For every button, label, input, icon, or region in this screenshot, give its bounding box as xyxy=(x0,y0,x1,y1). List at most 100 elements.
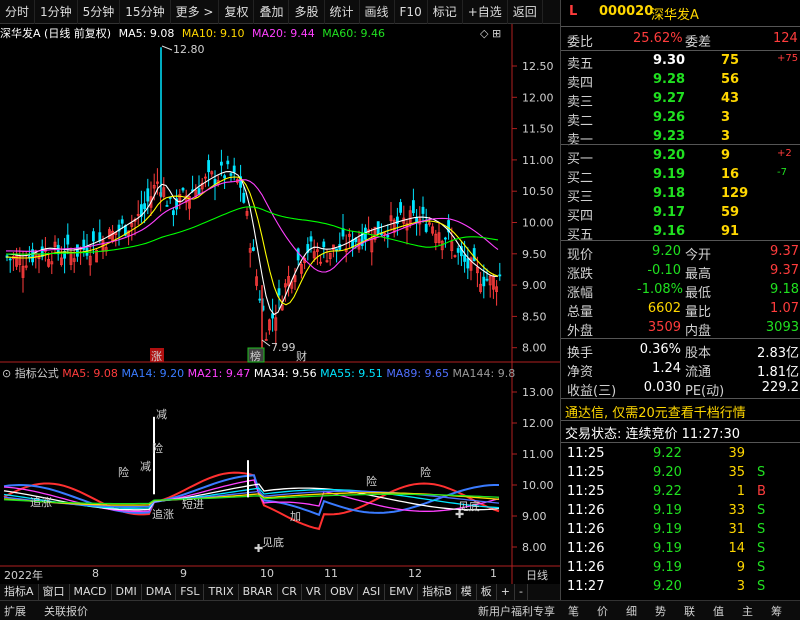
indicator-tab[interactable]: FSL xyxy=(176,584,205,600)
ind-ma144: MA144: 9.8 xyxy=(452,367,516,380)
stat-value: 9.18 xyxy=(770,282,799,297)
status-icon[interactable]: 笔 xyxy=(568,603,579,619)
promo-banner[interactable]: 通达信, 仅需20元查看千档行情 xyxy=(561,402,800,421)
x-axis: 2022年 8 9 10 11 12 1 日线 xyxy=(0,567,560,583)
signal-label: 减 xyxy=(156,408,167,421)
ask-volume: 3 xyxy=(721,129,731,144)
tick-price: 9.20 xyxy=(653,579,682,594)
indicator-tab[interactable]: DMI xyxy=(112,584,142,600)
indicator-tab[interactable]: - xyxy=(515,584,528,600)
indicator-tab[interactable]: + xyxy=(497,584,515,600)
indicator-tab[interactable]: TRIX xyxy=(204,584,239,600)
ma10-line xyxy=(5,176,499,306)
expand-button[interactable]: 扩展 xyxy=(4,603,26,619)
ask-label: 卖二 xyxy=(567,114,594,129)
indicator-tick-label: 11.00 xyxy=(522,448,554,461)
ask-row: 卖四 9.28 56 xyxy=(561,72,800,91)
status-icon[interactable]: 值 xyxy=(713,603,724,619)
kline-chart[interactable]: 12.50 12.00 11.50 11.00 10.50 10.00 9.50 9.00 8.… xyxy=(0,0,560,584)
promo-link[interactable]: 新用户福利专享 xyxy=(478,603,555,619)
linked-quote-button[interactable]: 关联报价 xyxy=(44,603,88,619)
mark-cai: 财 xyxy=(296,349,307,363)
candle-body xyxy=(322,241,326,248)
ma60-line xyxy=(6,206,499,255)
stock-code: 000020 xyxy=(599,4,654,19)
indicator-header: ⊙ 指标公式 MA5: 9.08 MA14: 9.20 MA21: 9.47 M… xyxy=(2,365,516,380)
period-label[interactable]: 日线 xyxy=(526,567,548,583)
price-tick-label: 12.50 xyxy=(522,60,554,73)
indicator-tab[interactable]: BRAR xyxy=(239,584,278,600)
tick-row: 11:27 9.20 3 S xyxy=(561,579,800,596)
status-icon[interactable]: 筹 xyxy=(771,603,782,619)
indicator-tab[interactable]: 指标A xyxy=(0,584,39,600)
ask-row: 卖二 9.26 3 xyxy=(561,110,800,129)
price-tick-label: 11.00 xyxy=(522,154,554,167)
tick-side: S xyxy=(757,579,766,594)
weibi-value: 25.62% xyxy=(633,31,683,46)
indicator-tab[interactable]: DMA xyxy=(142,584,177,600)
stat-label: 总量 xyxy=(567,305,594,320)
stat-row: 收益(三) 0.030 PE(动) 229.2 xyxy=(561,380,800,399)
stat-row: 换手 0.36% 股本 2.83亿 xyxy=(561,342,800,361)
pane-settings-icon[interactable]: ◇ ⊞ xyxy=(480,27,501,40)
status-icon[interactable]: 势 xyxy=(655,603,666,619)
x-axis-month: 10 xyxy=(260,567,274,580)
bid-price: 9.18 xyxy=(653,186,686,201)
candle-body xyxy=(143,203,147,210)
stat-value: 3509 xyxy=(647,320,681,335)
indicator-tab[interactable]: 模 xyxy=(457,584,477,600)
bid-label: 买三 xyxy=(567,190,594,205)
bid-change: -7 xyxy=(777,167,787,178)
signal-label: 追涨 xyxy=(152,507,174,521)
stat-value: 1.24 xyxy=(652,361,681,376)
status-icon[interactable]: 价 xyxy=(597,603,608,619)
status-icon[interactable]: 联 xyxy=(684,603,695,619)
x-axis-month: 1 xyxy=(490,567,497,580)
candle-body xyxy=(229,173,233,176)
stat-value: 3093 xyxy=(765,320,799,335)
x-axis-month: 12 xyxy=(408,567,422,580)
candle-body xyxy=(168,197,172,199)
price-tick-label: 11.50 xyxy=(522,123,554,136)
tick-volume: 39 xyxy=(728,446,745,461)
stat-label: 涨幅 xyxy=(567,286,594,301)
indicator-tab[interactable]: ASI xyxy=(358,584,386,600)
bid-label: 买四 xyxy=(567,209,594,224)
tick-row: 11:26 9.19 33 S xyxy=(561,503,800,520)
indicator-tab[interactable]: MACD xyxy=(70,584,112,600)
x-axis-month: 9 xyxy=(180,567,187,580)
ma5-line xyxy=(5,171,498,316)
indicator-tab[interactable]: EMV xyxy=(385,584,419,600)
status-icon[interactable]: 主 xyxy=(742,603,753,619)
stat-label: 流通 xyxy=(685,365,712,380)
tick-volume: 3 xyxy=(736,579,745,594)
indicator-tab[interactable]: 板 xyxy=(477,584,497,600)
bid-row: 买二 9.19 16 -7 xyxy=(561,167,800,186)
tick-row: 11:26 9.19 31 S xyxy=(561,522,800,539)
ask-change: +75 xyxy=(777,53,799,64)
signal-label: 加 xyxy=(290,510,301,523)
status-icon[interactable]: 细 xyxy=(626,603,637,619)
indicator-tab[interactable]: VR xyxy=(302,584,327,600)
stat-row: 涨跌 -0.10 最高 9.37 xyxy=(561,263,800,282)
signal-label: 险 xyxy=(420,465,431,479)
tick-volume: 1 xyxy=(736,484,745,499)
indicator-label[interactable]: 指标公式 xyxy=(15,367,59,380)
quote-flag: L xyxy=(569,4,578,19)
indicator-toggle-icon[interactable]: ⊙ xyxy=(2,367,11,380)
stat-label: 今开 xyxy=(685,248,712,263)
indicator-tab[interactable]: CR xyxy=(278,584,302,600)
indicator-tick-label: 12.00 xyxy=(522,417,554,430)
tick-row: 11:26 9.19 14 S xyxy=(561,541,800,558)
candle-body xyxy=(120,219,124,224)
candle-body xyxy=(277,288,281,296)
ask-volume: 3 xyxy=(721,110,731,125)
stat-label: 涨跌 xyxy=(567,267,594,282)
price-tick-label: 8.00 xyxy=(522,342,547,355)
indicator-tab[interactable]: 窗口 xyxy=(39,584,70,600)
indicator-tab[interactable]: 指标B xyxy=(418,584,457,600)
candle-body xyxy=(482,276,486,287)
candle-body xyxy=(421,206,425,214)
indicator-tab[interactable]: OBV xyxy=(326,584,359,600)
tick-side: S xyxy=(757,560,766,575)
